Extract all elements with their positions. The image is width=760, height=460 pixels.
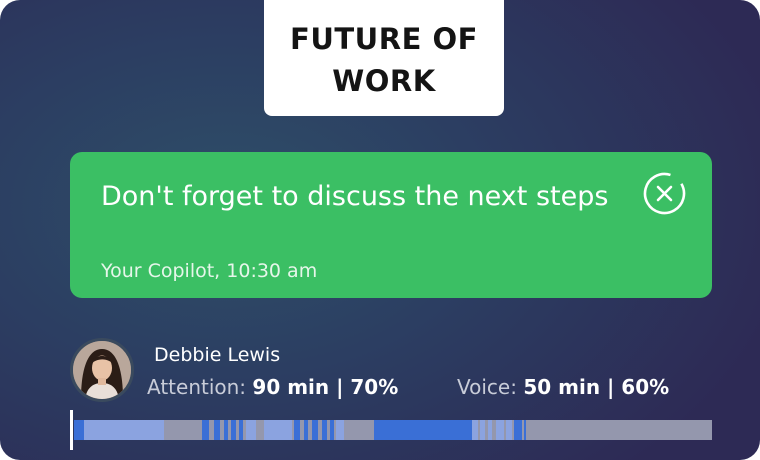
timeline-segment: [246, 420, 256, 440]
title-badge: FUTURE OF WORK: [264, 0, 504, 116]
voice-label: Voice:: [457, 375, 524, 399]
close-circle-icon: [643, 172, 686, 215]
timeline-segment: [336, 420, 344, 440]
attention-value: 90 min | 70%: [252, 375, 399, 399]
timeline-segment: [239, 420, 243, 440]
timeline-segment: [84, 420, 164, 440]
timeline-segment: [488, 420, 492, 440]
notification-message: Don't forget to discuss the next steps: [101, 181, 609, 212]
timeline-segment: [374, 420, 472, 440]
close-notification-button[interactable]: [642, 171, 687, 216]
timeline-segment: [231, 420, 236, 440]
timeline-segment: [480, 420, 485, 440]
timeline-segment: [330, 420, 334, 440]
timeline-segment: [472, 420, 478, 440]
timeline-segment: [74, 420, 84, 440]
timeline-segment: [294, 420, 300, 440]
attention-metric: Attention: 90 min | 70%: [147, 375, 398, 399]
timeline-segment: [312, 420, 318, 440]
activity-timeline[interactable]: [74, 420, 712, 440]
timeline-segment: [304, 420, 308, 440]
person-avatar-icon: [73, 341, 131, 399]
copilot-notification: Don't forget to discuss the next steps Y…: [70, 152, 712, 298]
timeline-segment: [506, 420, 512, 440]
attention-label: Attention:: [147, 375, 253, 399]
timeline-segment: [214, 420, 220, 440]
page-title: FUTURE OF WORK: [290, 22, 478, 98]
timeline-segment: [524, 420, 526, 440]
voice-value: 50 min | 60%: [523, 375, 670, 399]
timeline-segment: [224, 420, 228, 440]
timeline-segment: [264, 420, 292, 440]
voice-metric: Voice: 50 min | 60%: [457, 375, 669, 399]
avatar: [70, 338, 134, 402]
timeline-playhead[interactable]: [70, 410, 73, 450]
participant-name: Debbie Lewis: [154, 344, 281, 366]
timeline-segment: [496, 420, 504, 440]
timeline-segment: [322, 420, 327, 440]
timeline-segment: [514, 420, 522, 440]
timeline-segment: [202, 420, 209, 440]
meeting-card: FUTURE OF WORK Don't forget to discuss th…: [0, 0, 760, 460]
notification-sender-time: Your Copilot, 10:30 am: [101, 260, 318, 282]
